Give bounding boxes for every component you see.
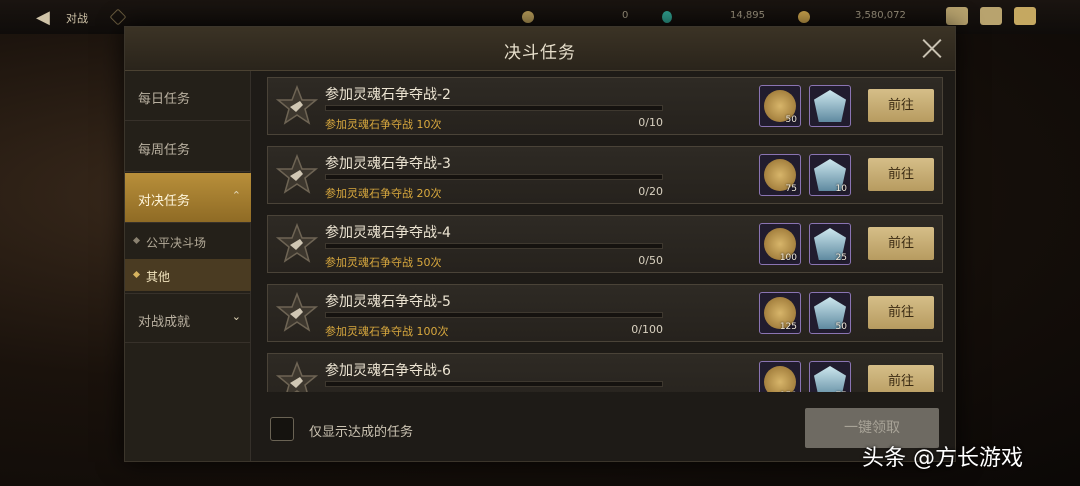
pvp-emblem-icon — [275, 222, 319, 265]
gold-coin-icon — [798, 11, 810, 23]
quest-description: 参加灵魂石争夺战 20次 — [325, 187, 442, 200]
reward-qty: 150 — [780, 391, 797, 392]
sidebar-item-achievements[interactable]: 对战成就 ⌄ — [125, 293, 251, 343]
sidebar-subitem-label: 公平决斗场 — [146, 236, 207, 250]
pvp-emblem-icon — [275, 84, 319, 127]
reward-qty: 10 — [835, 184, 847, 194]
sidebar-item-daily[interactable]: 每日任务 — [125, 71, 251, 121]
reward-qty: 125 — [779, 322, 797, 332]
sidebar-item-weekly[interactable]: 每周任务 — [125, 122, 251, 172]
quest-progress-bar — [325, 174, 663, 180]
sidebar-item-label: 对决任务 — [138, 194, 191, 209]
quest-count: 0/100 — [631, 323, 663, 336]
reward-coin-slot[interactable]: 100 — [759, 223, 801, 265]
modal-header: 决斗任务 — [125, 27, 955, 71]
quest-row: 参加灵魂石争夺战-5 参加灵魂石争夺战 100次 0/100 125 50 前往 — [267, 284, 943, 342]
go-button[interactable]: 前往 — [868, 365, 934, 392]
quest-row: 参加灵魂石争夺战-6 150 75 前往 — [267, 353, 943, 392]
reward-coin-slot[interactable]: 125 — [759, 292, 801, 334]
quest-row: 参加灵魂石争夺战-3 参加灵魂石争夺战 20次 0/20 75 10 前往 — [267, 146, 943, 204]
quest-row: 参加灵魂石争夺战-4 参加灵魂石争夺战 50次 0/50 100 25 前往 — [267, 215, 943, 273]
pvp-emblem-icon — [275, 291, 319, 334]
reward-qty: 100 — [779, 253, 797, 263]
quest-description: 参加灵魂石争夺战 100次 — [325, 325, 449, 338]
gem-icon — [109, 8, 127, 26]
bullet-icon — [132, 270, 141, 279]
sidebar-subitem-label: 其他 — [146, 270, 171, 284]
mail-icon[interactable] — [980, 7, 1002, 25]
resource-3-value: 3,580,072 — [855, 10, 906, 21]
go-button[interactable]: 前往 — [868, 227, 934, 260]
quest-title: 参加灵魂石争夺战-5 — [325, 294, 451, 310]
quest-title: 参加灵魂石争夺战-4 — [325, 225, 451, 241]
back-label: 对战 — [66, 12, 88, 25]
gold-coin-icon — [764, 366, 796, 392]
reward-coin-slot[interactable]: 50 — [759, 85, 801, 127]
quest-title: 参加灵魂石争夺战-3 — [325, 156, 451, 172]
reward-crystal-slot[interactable]: 25 — [809, 223, 851, 265]
quest-count: 0/20 — [638, 185, 663, 198]
quest-list[interactable]: 参加灵魂石争夺战-2 参加灵魂石争夺战 10次 0/10 50 前往 参加灵魂石争夺战-3… — [267, 77, 943, 392]
moon-icon — [522, 11, 534, 23]
reward-qty: 50 — [785, 115, 797, 125]
reward-crystal-slot[interactable]: 10 — [809, 154, 851, 196]
resource-1-value: 0 — [622, 10, 629, 21]
crystal-medal-icon — [814, 90, 846, 122]
chevron-down-icon: ⌄ — [231, 310, 241, 323]
pvp-emblem-icon — [275, 360, 319, 392]
quest-progress-bar — [325, 312, 663, 318]
sidebar-subitem-other[interactable]: 其他 — [125, 259, 251, 291]
reward-qty: 75 — [836, 391, 847, 392]
quest-description: 参加灵魂石争夺战 10次 — [325, 118, 442, 131]
watermark: 头条 @方长游戏 — [862, 446, 1023, 471]
reward-crystal-slot[interactable]: 50 — [809, 292, 851, 334]
quest-count: 0/10 — [638, 116, 663, 129]
quest-progress-bar — [325, 243, 663, 249]
show-completed-label: 仅显示达成的任务 — [309, 425, 414, 440]
crystal-icon — [662, 11, 672, 23]
quest-title: 参加灵魂石争夺战-2 — [325, 87, 451, 103]
castle-icon[interactable] — [946, 7, 968, 25]
show-completed-checkbox[interactable] — [270, 417, 294, 441]
reward-qty: 25 — [835, 253, 847, 263]
sidebar-item-label: 每日任务 — [138, 92, 191, 107]
bullet-icon — [132, 236, 141, 245]
quest-row: 参加灵魂石争夺战-2 参加灵魂石争夺战 10次 0/10 50 前往 — [267, 77, 943, 135]
resource-2-value: 14,895 — [730, 10, 765, 21]
sidebar-item-label: 每周任务 — [138, 143, 191, 158]
task-category-sidebar: 每日任务 每周任务 对决任务 ⌃ 公平决斗场 其他 对战成就 ⌄ — [125, 71, 251, 461]
sidebar-item-label: 对战成就 — [138, 315, 191, 330]
quest-progress-bar — [325, 381, 663, 387]
reward-qty: 75 — [785, 184, 797, 194]
chevron-up-icon: ⌃ — [231, 189, 241, 202]
reward-coin-slot[interactable]: 150 — [759, 361, 801, 392]
go-button[interactable]: 前往 — [868, 158, 934, 191]
reward-coin-slot[interactable]: 75 — [759, 154, 801, 196]
reward-qty: 50 — [835, 322, 847, 332]
modal-title: 决斗任务 — [504, 43, 576, 63]
quest-progress-bar — [325, 105, 663, 111]
crystal-medal-icon — [814, 366, 846, 392]
reward-crystal-slot[interactable] — [809, 85, 851, 127]
pvp-emblem-icon — [275, 153, 319, 196]
sidebar-subitem-fair-duel[interactable]: 公平决斗场 — [125, 225, 251, 257]
sidebar-item-duel[interactable]: 对决任务 ⌃ — [125, 173, 251, 223]
quest-title: 参加灵魂石争夺战-6 — [325, 363, 451, 379]
go-button[interactable]: 前往 — [868, 89, 934, 122]
duel-task-modal: 决斗任务 每日任务 每周任务 对决任务 ⌃ 公平决斗场 其他 对战成就 ⌄ 参加… — [124, 26, 956, 462]
close-icon[interactable] — [921, 37, 943, 59]
back-arrow-icon[interactable]: ◀ — [36, 8, 56, 28]
chat-icon[interactable] — [1014, 7, 1036, 25]
quest-count: 0/50 — [638, 254, 663, 267]
reward-crystal-slot[interactable]: 75 — [809, 361, 851, 392]
quest-description: 参加灵魂石争夺战 50次 — [325, 256, 442, 269]
go-button[interactable]: 前往 — [868, 296, 934, 329]
